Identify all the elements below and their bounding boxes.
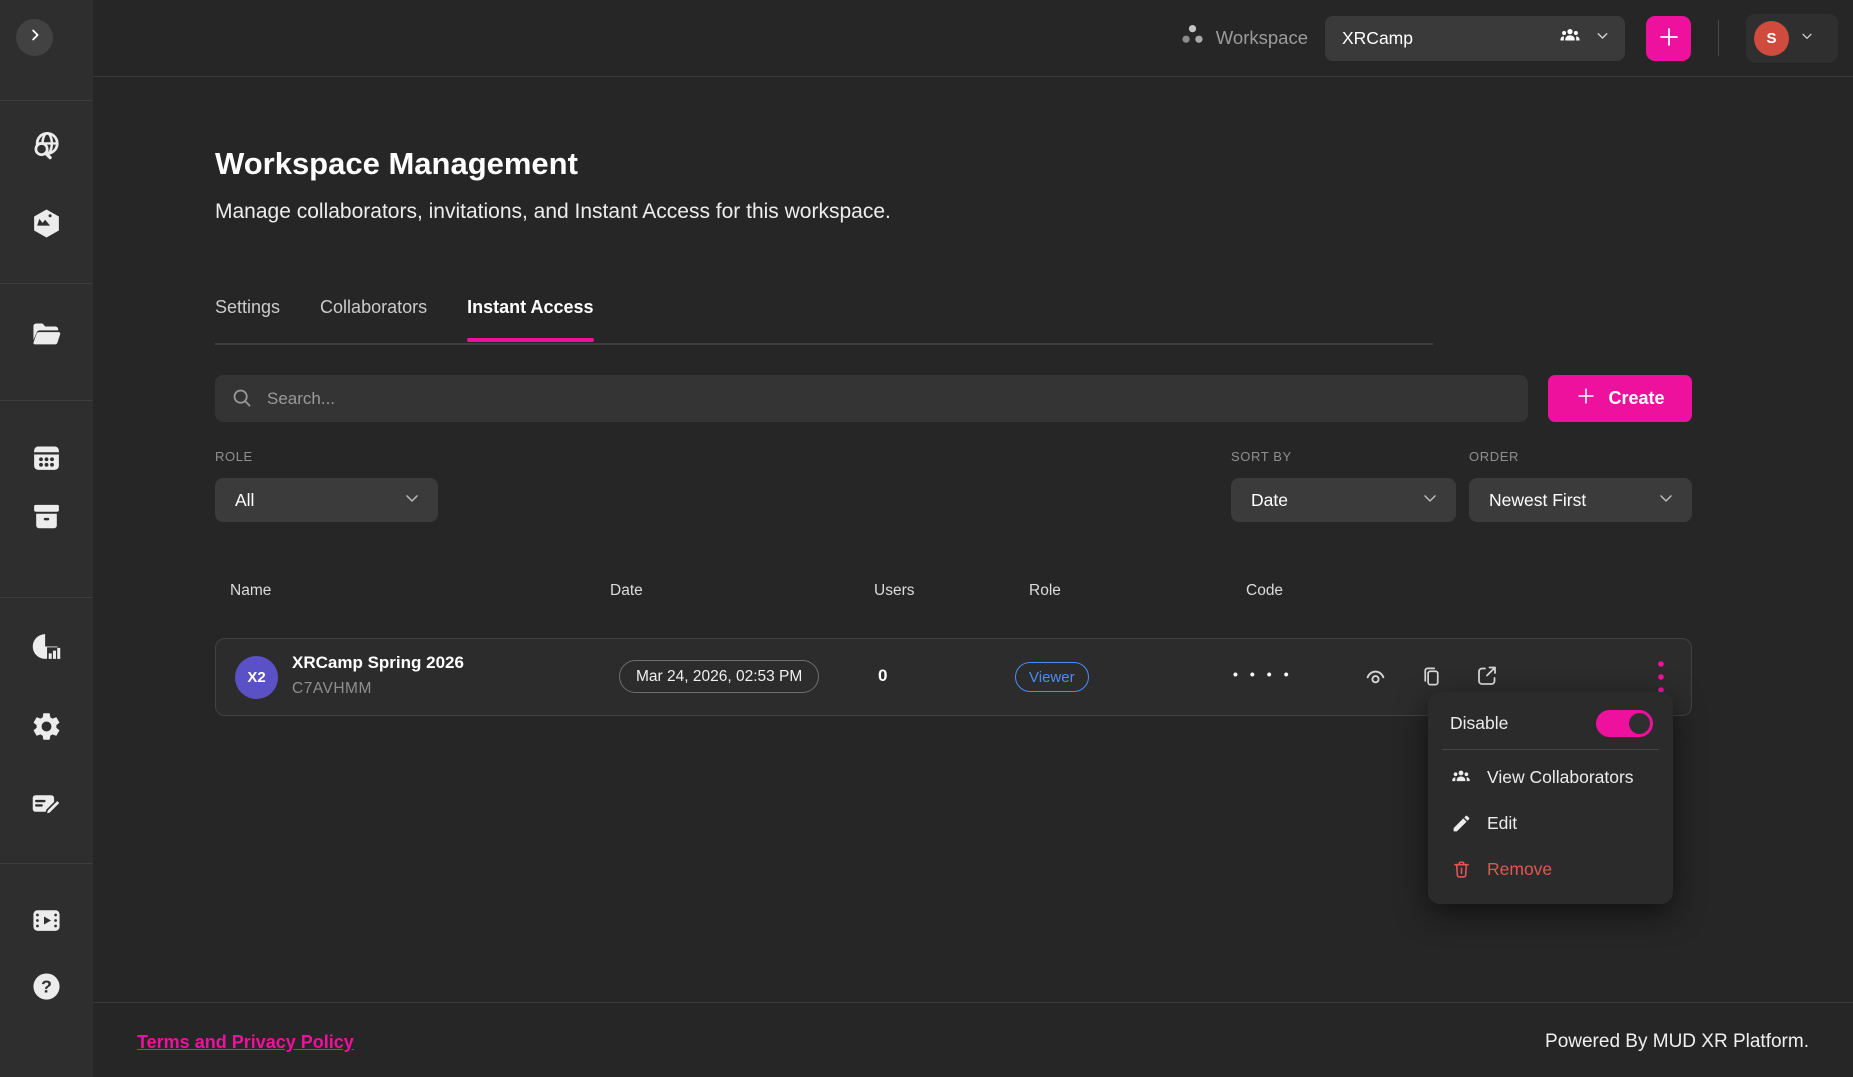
sidebar-item-sessions[interactable]: [29, 442, 65, 478]
gear-icon: [30, 710, 63, 748]
cube-scene-icon: [30, 207, 63, 245]
main-content: Workspace Management Manage collaborator…: [215, 0, 1692, 1077]
search-bar: [215, 375, 1528, 422]
edit-label: Edit: [1487, 813, 1517, 834]
disable-label: Disable: [1450, 713, 1508, 734]
page-subtitle: Manage collaborators, invitations, and I…: [215, 200, 891, 224]
sort-by-label: SORT BY: [1231, 449, 1292, 464]
sidebar-divider: [0, 283, 93, 284]
avatar: X2: [235, 656, 278, 699]
access-name: XRCamp Spring 2026: [292, 653, 464, 673]
sidebar-item-projects[interactable]: [29, 319, 65, 355]
order-label: ORDER: [1469, 449, 1519, 464]
sidebar-divider: [0, 400, 93, 401]
open-folder-icon: [30, 318, 63, 356]
copy-icon: [1419, 664, 1444, 692]
page-title: Workspace Management: [215, 146, 578, 182]
order-dropdown[interactable]: Newest First: [1469, 478, 1692, 522]
reveal-code-button[interactable]: [1362, 664, 1389, 691]
sidebar: ?: [0, 0, 93, 1077]
sidebar-item-license[interactable]: [29, 788, 65, 824]
open-link-button[interactable]: [1473, 664, 1500, 691]
plus-icon: [1575, 385, 1597, 412]
search-input[interactable]: [215, 375, 1528, 422]
sidebar-item-assets[interactable]: [29, 208, 65, 244]
sidebar-expand-button[interactable]: [16, 19, 53, 56]
menu-item-remove[interactable]: Remove: [1428, 846, 1673, 892]
column-header-code: Code: [1246, 582, 1283, 600]
column-header-role: Role: [1029, 582, 1061, 600]
column-header-name: Name: [230, 582, 271, 600]
copy-code-button[interactable]: [1418, 664, 1445, 691]
user-avatar: S: [1754, 21, 1789, 56]
masked-code: ••••: [1233, 666, 1301, 682]
trash-icon: [1450, 858, 1472, 880]
create-button-label: Create: [1608, 388, 1664, 409]
chevron-down-icon: [1799, 28, 1815, 49]
footer-divider: [93, 1002, 1853, 1003]
table-header: Name Date Users Role Code: [215, 582, 1692, 602]
sidebar-divider: [0, 100, 93, 101]
archive-box-icon: [30, 500, 63, 538]
create-access-button[interactable]: Create: [1548, 375, 1692, 422]
video-play-icon: [30, 904, 63, 942]
card-edit-icon: [30, 787, 63, 825]
view-collaborators-label: View Collaborators: [1487, 767, 1634, 788]
users-count: 0: [878, 666, 887, 686]
collaborators-group-icon: [1450, 766, 1472, 788]
tab-settings[interactable]: Settings: [215, 297, 280, 342]
tab-instant-access[interactable]: Instant Access: [467, 297, 593, 342]
sidebar-divider: [0, 597, 93, 598]
sort-by-dropdown[interactable]: Date: [1231, 478, 1456, 522]
row-actions-menu-button[interactable]: [1653, 660, 1669, 696]
kebab-menu-icon: [1657, 660, 1665, 697]
help-question-icon: ?: [30, 970, 63, 1008]
tabs: Settings Collaborators Instant Access: [215, 297, 594, 342]
tab-collaborators[interactable]: Collaborators: [320, 297, 427, 342]
topbar-divider: [1718, 20, 1719, 56]
powered-by-text: Powered By MUD XR Platform.: [1545, 1031, 1809, 1053]
external-link-icon: [1474, 663, 1500, 692]
sidebar-item-explore[interactable]: [29, 130, 65, 166]
search-icon: [231, 387, 253, 409]
menu-divider: [1442, 749, 1659, 750]
calendar-grid-icon: [30, 441, 63, 479]
eye-reveal-icon: [1362, 663, 1389, 693]
row-context-menu: Disable View Collaborators: [1428, 692, 1673, 904]
globe-search-icon: [30, 129, 63, 167]
sidebar-item-settings[interactable]: [29, 711, 65, 747]
menu-item-view-collaborators[interactable]: View Collaborators: [1428, 754, 1673, 800]
menu-item-disable: Disable: [1428, 704, 1673, 749]
sidebar-divider: [0, 863, 93, 864]
tabs-baseline: [215, 343, 1433, 345]
sidebar-item-help[interactable]: ?: [29, 971, 65, 1007]
role-badge: Viewer: [1015, 662, 1089, 692]
terms-privacy-link[interactable]: Terms and Privacy Policy: [137, 1032, 354, 1053]
workspace-management-app: ? Workspace XRCamp: [0, 0, 1853, 1077]
sort-by-value: Date: [1251, 490, 1288, 511]
date-badge: Mar 24, 2026, 02:53 PM: [619, 660, 819, 693]
sidebar-item-archive[interactable]: [29, 501, 65, 537]
access-code-id: C7AVHMM: [292, 680, 372, 698]
role-filter-value: All: [235, 490, 254, 511]
sidebar-item-tutorials[interactable]: [29, 905, 65, 941]
chevron-down-icon: [1656, 488, 1676, 513]
remove-label: Remove: [1487, 859, 1552, 880]
chevron-down-icon: [402, 488, 422, 513]
role-filter-label: ROLE: [215, 449, 253, 464]
column-header-date: Date: [610, 582, 643, 600]
svg-text:?: ?: [41, 977, 52, 997]
column-header-users: Users: [874, 582, 914, 600]
sidebar-item-analytics[interactable]: [29, 631, 65, 667]
role-filter-dropdown[interactable]: All: [215, 478, 438, 522]
menu-item-edit[interactable]: Edit: [1428, 800, 1673, 846]
chevron-right-icon: [26, 26, 44, 49]
toggle-knob: [1629, 713, 1650, 734]
disable-toggle[interactable]: [1596, 710, 1653, 737]
chevron-down-icon: [1420, 488, 1440, 513]
pencil-icon: [1450, 812, 1472, 834]
order-value: Newest First: [1489, 490, 1586, 511]
pie-chart-icon: [30, 630, 63, 668]
user-menu[interactable]: S: [1746, 14, 1838, 63]
